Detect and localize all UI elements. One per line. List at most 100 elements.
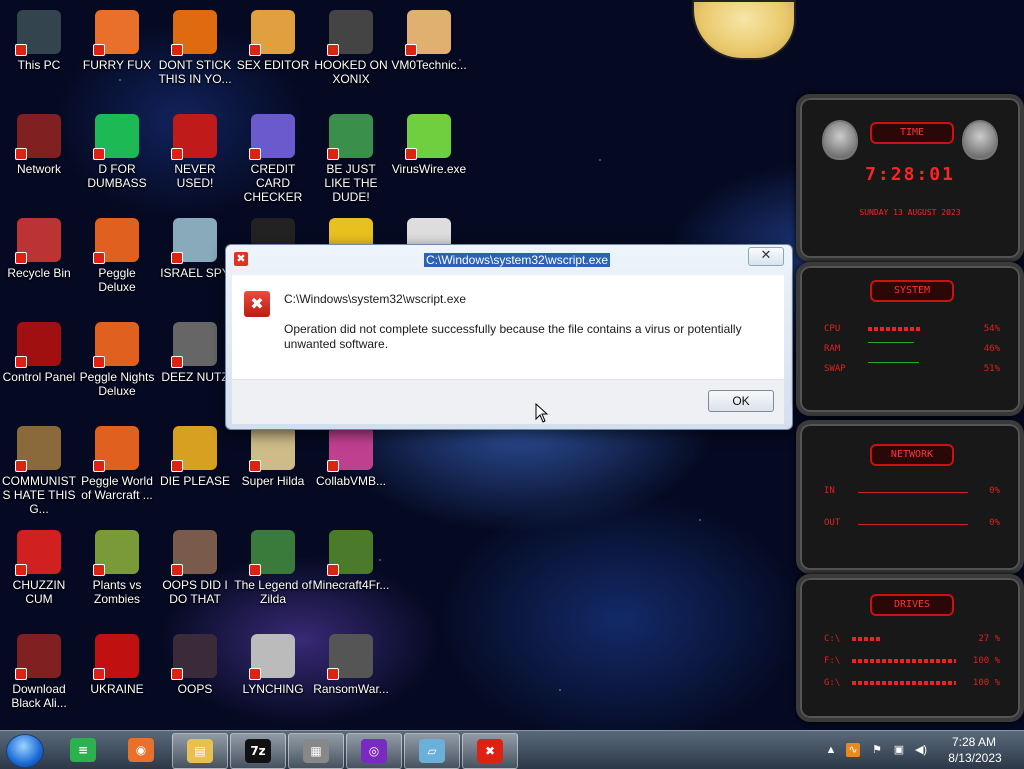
app-icon xyxy=(15,634,61,680)
dialog-content: ✖ C:\Windows\system32\wscript.exe Operat… xyxy=(232,275,784,379)
desktop-icon[interactable]: Peggle Deluxe xyxy=(78,214,156,314)
shortcut-badge-icon xyxy=(171,148,183,160)
desktop-icon[interactable]: DIE PLEASE xyxy=(156,422,234,522)
desktop-icon[interactable]: CREDIT CARD CHECKER xyxy=(234,110,312,210)
desktop-icon[interactable]: Recycle Bin xyxy=(0,214,78,314)
desktop-icon[interactable]: ISRAEL SPY xyxy=(156,214,234,314)
ok-button[interactable]: OK xyxy=(708,390,774,412)
desktop-icon[interactable]: CollabVMB... xyxy=(312,422,390,522)
volume-icon[interactable]: ◀) xyxy=(914,743,928,757)
desktop-icon[interactable]: Download Black Ali... xyxy=(0,630,78,730)
desktop-icon-label: Peggle World of Warcraft ... xyxy=(81,474,153,502)
app-icon xyxy=(15,322,61,368)
feedly-icon: ≡ xyxy=(70,738,96,762)
taskbar-item-mask-app[interactable]: ◎ xyxy=(346,733,402,769)
desktop-icon[interactable]: Control Panel xyxy=(0,318,78,418)
network-icon[interactable]: ▣ xyxy=(892,743,906,757)
desktop-icon[interactable]: FURRY FUX xyxy=(78,6,156,106)
desktop-icon[interactable]: Super Hilda xyxy=(234,422,312,522)
shortcut-badge-icon xyxy=(93,356,105,368)
shortcut-badge-icon xyxy=(15,460,27,472)
drive-row: F:\ 100 % xyxy=(824,656,1000,666)
desktop-icon[interactable]: LYNCHING xyxy=(234,630,312,730)
wall-icon: ▦ xyxy=(303,739,329,763)
desktop-icon-label: OOPS xyxy=(177,682,213,696)
taskbar-item-notepad[interactable]: ▱ xyxy=(404,733,460,769)
app-icon xyxy=(93,10,139,56)
desktop-icon[interactable]: DEEZ NUTZ xyxy=(156,318,234,418)
desktop-icon[interactable]: CHUZZIN CUM xyxy=(0,526,78,626)
shortcut-badge-icon xyxy=(15,668,27,680)
network-row-label: OUT xyxy=(824,518,841,528)
desktop-icon[interactable]: D FOR DUMBASS xyxy=(78,110,156,210)
desktop-icon[interactable]: Plants vs Zombies xyxy=(78,526,156,626)
desktop-icon[interactable]: This PC xyxy=(0,6,78,106)
desktop-icon[interactable]: VM0Technic... xyxy=(390,6,468,106)
start-button[interactable] xyxy=(6,734,44,768)
desktop-icon-label: UKRAINE xyxy=(90,682,144,696)
taskbar-clock-time[interactable]: 7:28 AM xyxy=(944,735,1004,749)
desktop-icon[interactable]: NEVER USED! xyxy=(156,110,234,210)
desktop-icon[interactable]: COMMUNISTS HATE THIS G... xyxy=(0,422,78,522)
system-row-bar xyxy=(868,362,919,363)
desktop-icon[interactable]: Peggle Nights Deluxe xyxy=(78,318,156,418)
app-icon xyxy=(15,10,61,56)
desktop-icon[interactable]: VirusWire.exe xyxy=(390,110,468,210)
taskbar-item-7zip[interactable]: 7z xyxy=(230,733,286,769)
taskbar-item-firefox[interactable]: ◉ xyxy=(114,733,168,767)
shortcut-badge-icon xyxy=(327,44,339,56)
error-app-icon: ✖ xyxy=(477,739,503,763)
desktop-icon[interactable]: The Legend of Zilda xyxy=(234,526,312,626)
system-row-value: 46% xyxy=(983,344,1000,354)
desktop-icon-label: Download Black Ali... xyxy=(11,682,67,710)
desktop-icon-label: COMMUNISTS HATE THIS G... xyxy=(2,474,76,516)
app-icon xyxy=(327,10,373,56)
desktop-icon[interactable]: Peggle World of Warcraft ... xyxy=(78,422,156,522)
desktop-icon[interactable]: RansomWar... xyxy=(312,630,390,730)
shortcut-badge-icon xyxy=(171,252,183,264)
app-icon xyxy=(171,114,217,160)
desktop-icon-label: SEX EDITOR xyxy=(236,58,310,72)
system-row-value: 54% xyxy=(983,324,1000,334)
close-button[interactable]: ✕ xyxy=(748,247,784,266)
drive-row-label: F:\ xyxy=(824,656,841,666)
shortcut-badge-icon xyxy=(93,564,105,576)
shortcut-badge-icon xyxy=(327,668,339,680)
desktop-icon[interactable]: Network xyxy=(0,110,78,210)
app-icon xyxy=(249,530,295,576)
desktop-icon[interactable]: BE JUST LIKE THE DUDE! xyxy=(312,110,390,210)
desktop-icon-label: CHUZZIN CUM xyxy=(12,578,66,606)
app-tray-icon[interactable]: ∿ xyxy=(846,743,860,757)
network-row: OUT 0% xyxy=(824,518,1000,528)
app-icon xyxy=(171,10,217,56)
taskbar-clock-date[interactable]: 8/13/2023 xyxy=(940,751,1010,765)
drive-row-value: 100 % xyxy=(972,656,1000,666)
desktop-icon[interactable]: OOPS xyxy=(156,630,234,730)
taskbar-item-error-app[interactable]: ✖ xyxy=(462,733,518,769)
taskbar-item-wall[interactable]: ▦ xyxy=(288,733,344,769)
desktop-icon-label: VM0Technic... xyxy=(391,58,467,72)
system-gadget: SYSTEM CPU 54% RAM 46% SWAP 51% xyxy=(796,262,1024,416)
flag-icon[interactable]: ⚑ xyxy=(870,743,884,757)
drive-row-bar xyxy=(852,681,956,685)
shortcut-badge-icon xyxy=(93,148,105,160)
dialog-titlebar[interactable]: ✖ C:\Windows\system32\wscript.exe ✕ xyxy=(226,245,792,275)
system-row-label: CPU xyxy=(824,324,841,334)
app-icon xyxy=(15,218,61,264)
desktop-icon[interactable]: DONT STICK THIS IN YO... xyxy=(156,6,234,106)
app-icon xyxy=(93,322,139,368)
dialog-title-selected[interactable]: C:\Windows\system32\wscript.exe xyxy=(424,253,611,267)
desktop-icon[interactable]: SEX EDITOR xyxy=(234,6,312,106)
shortcut-badge-icon xyxy=(327,148,339,160)
desktop-icon[interactable]: UKRAINE xyxy=(78,630,156,730)
taskbar-item-file-explorer[interactable]: ▤ xyxy=(172,733,228,769)
desktop-icon-label: The Legend of Zilda xyxy=(234,578,312,606)
desktop-icon-label: Recycle Bin xyxy=(7,266,71,280)
desktop-icon-label: DIE PLEASE xyxy=(159,474,231,488)
desktop-icon[interactable]: Minecraft4Fr... xyxy=(312,526,390,626)
desktop-icon[interactable]: OOPS DID I DO THAT xyxy=(156,526,234,626)
show-hidden-icons-icon[interactable]: ▲ xyxy=(824,743,838,757)
taskbar-item-feedly[interactable]: ≡ xyxy=(56,733,110,767)
desktop-icon[interactable]: HOOKED ON XONIX xyxy=(312,6,390,106)
app-icon xyxy=(327,426,373,472)
